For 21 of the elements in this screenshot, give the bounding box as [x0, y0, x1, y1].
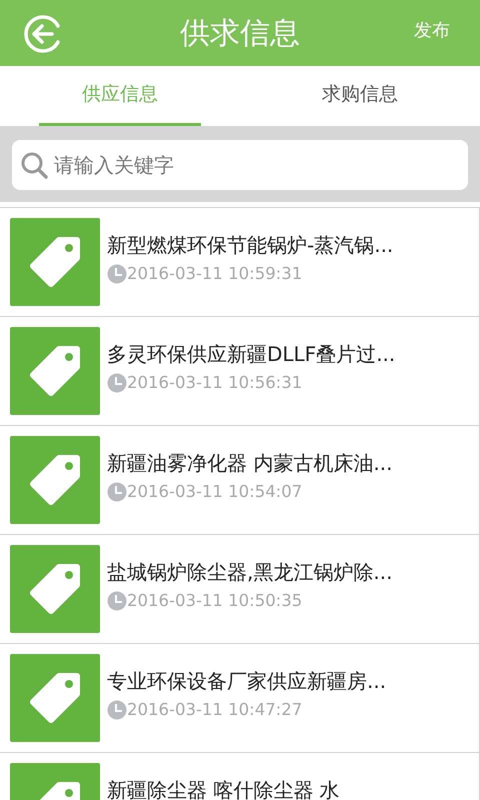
item-title: 盐城锅炉除尘器,黑龙江锅炉除... — [107, 559, 392, 586]
item-time: 2016-03-11 10:54:07 — [127, 481, 302, 503]
item-title: 新疆油雾净化器 内蒙古机床油... — [107, 450, 392, 477]
clock-icon — [107, 373, 127, 394]
item-title: 新疆除尘器 喀什除尘器 水 — [107, 777, 340, 800]
page-title: 供求信息 — [180, 14, 300, 52]
search-icon — [20, 150, 50, 180]
item-title: 多灵环保供应新疆DLLF叠片过... — [107, 341, 396, 368]
item-title: 新型燃煤环保节能锅炉-蒸汽锅... — [107, 232, 394, 259]
clock-icon — [107, 264, 127, 284]
item-time: 2016-03-11 10:50:35 — [127, 590, 302, 612]
item-time: 2016-03-11 10:56:31 — [127, 372, 302, 394]
item-title: 专业环保设备厂家供应新疆房... — [107, 668, 386, 695]
search-field[interactable]: 请输入关键字 — [12, 140, 468, 190]
clock-icon — [107, 700, 127, 720]
item-time: 2016-03-11 10:59:31 — [127, 263, 302, 285]
clock-icon — [107, 591, 127, 612]
tab[interactable]: 求购信息 — [279, 66, 441, 126]
item-time: 2016-03-11 10:47:27 — [127, 699, 302, 721]
list-item[interactable]: 新型燃煤环保节能锅炉-蒸汽锅... 2016-03-11 10:59:31 — [0, 207, 480, 317]
clock-icon — [107, 482, 127, 502]
